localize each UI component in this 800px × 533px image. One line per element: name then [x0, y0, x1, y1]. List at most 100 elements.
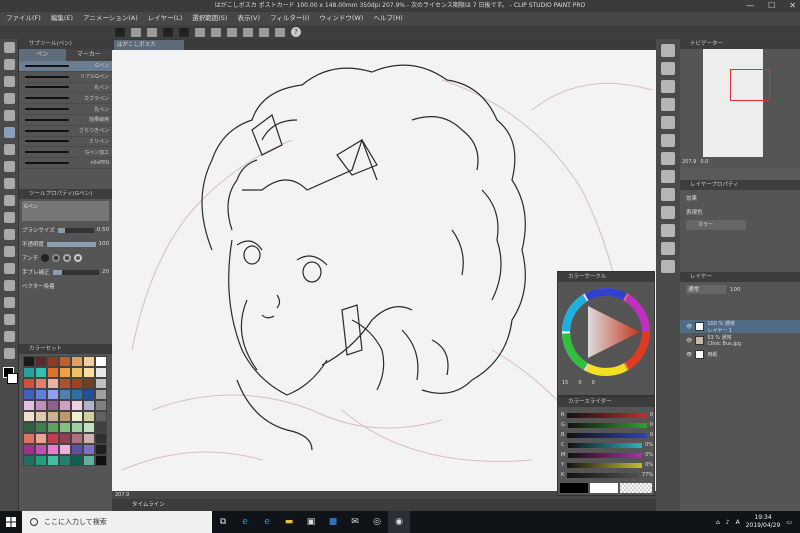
notification-icon[interactable]: ▭ [786, 519, 792, 526]
color-swatch[interactable] [47, 433, 59, 444]
store-icon[interactable]: ▣ [300, 511, 322, 533]
color-swatch[interactable] [23, 433, 35, 444]
material-image-icon[interactable] [661, 98, 675, 111]
color-swatch[interactable] [47, 444, 59, 455]
color-slider-bar[interactable] [567, 462, 643, 468]
material-character-icon[interactable] [661, 170, 675, 183]
network-icon[interactable]: ⌂ [716, 519, 720, 526]
color-slider-row[interactable]: M 0% [561, 451, 653, 459]
color-swatch[interactable] [71, 356, 83, 367]
explorer-icon[interactable]: ▬ [278, 511, 300, 533]
color-swatch[interactable] [83, 411, 95, 422]
color-swatch[interactable] [35, 367, 47, 378]
sub-color-swatch[interactable] [590, 483, 618, 493]
color-swatch[interactable] [47, 367, 59, 378]
color-swatch[interactable] [83, 378, 95, 389]
color-swatch[interactable] [83, 444, 95, 455]
color-swatch[interactable] [71, 433, 83, 444]
menu-help[interactable]: ヘルプ(H) [373, 12, 402, 25]
color-swatch[interactable] [83, 422, 95, 433]
color-swatch[interactable] [47, 400, 59, 411]
clip-paint-icon[interactable]: ◉ [388, 511, 410, 533]
eye-icon[interactable]: 👁 [686, 352, 692, 358]
correct-line-tool-icon[interactable] [4, 348, 15, 359]
subtool-item[interactable]: ミリペン [19, 137, 112, 148]
color-swatch[interactable] [47, 455, 59, 466]
brush-size-slider[interactable] [57, 227, 94, 233]
snap-ruler-icon[interactable] [243, 27, 253, 37]
menu-layer[interactable]: レイヤー(L) [148, 12, 183, 25]
snap-grid-icon[interactable] [275, 27, 285, 37]
subtool-item[interactable]: Gペン加工 [19, 147, 112, 159]
material-icon[interactable] [661, 62, 675, 75]
color-slider-bar[interactable] [568, 452, 643, 458]
open-file-icon[interactable] [131, 27, 141, 37]
subtool-item[interactable]: Gペン [19, 61, 112, 72]
clip-studio-icon[interactable]: ◎ [366, 511, 388, 533]
color-swatch[interactable] [95, 378, 107, 389]
antialias-strong-icon[interactable] [74, 254, 83, 262]
color-swatch[interactable] [95, 356, 107, 367]
pencil-tool-icon[interactable] [4, 144, 15, 155]
color-swatch[interactable] [59, 455, 71, 466]
ime-indicator[interactable]: A [736, 519, 740, 526]
layer-row[interactable]: 👁 用紙 [680, 348, 800, 361]
color-swatch[interactable] [95, 444, 107, 455]
color-swatch[interactable] [23, 455, 35, 466]
antialias-none-icon[interactable] [41, 254, 50, 262]
color-swatch[interactable] [35, 389, 47, 400]
outlook-icon[interactable]: ■ [322, 511, 344, 533]
text-tool-icon[interactable] [4, 314, 15, 325]
color-swatch[interactable] [35, 455, 47, 466]
expression-color-select[interactable]: カラー [686, 220, 746, 230]
start-button[interactable] [0, 511, 22, 533]
edge-icon[interactable]: e [234, 511, 256, 533]
fill-icon[interactable] [227, 27, 237, 37]
material-hand-icon[interactable] [661, 152, 675, 165]
color-swatch[interactable] [59, 422, 71, 433]
color-swatch[interactable] [95, 389, 107, 400]
move-tool-icon[interactable] [4, 59, 15, 70]
color-slider-row[interactable]: R0 [561, 411, 653, 419]
clear-icon[interactable] [211, 27, 221, 37]
subtool-item[interactable]: リアルGペン [19, 72, 112, 83]
material-brush-icon[interactable] [661, 242, 675, 255]
ie-icon[interactable]: e [256, 511, 278, 533]
material-bg-icon[interactable] [661, 206, 675, 219]
material-object-icon[interactable] [661, 188, 675, 201]
balloon-tool-icon[interactable] [4, 331, 15, 342]
color-swatch[interactable] [59, 433, 71, 444]
eyedropper-tool-icon[interactable] [4, 110, 15, 121]
eye-icon[interactable]: 👁 [686, 338, 692, 344]
subtool-item[interactable]: ざらつきペン [19, 126, 112, 137]
color-swatch[interactable] [95, 433, 107, 444]
stabilize-row[interactable]: 手ブレ補正 20 [19, 265, 112, 279]
taskbar-search[interactable]: ここに入力して検索 [22, 511, 212, 533]
color-swatch[interactable] [71, 411, 83, 422]
opacity-slider[interactable] [47, 241, 96, 247]
menu-selection[interactable]: 選択範囲(S) [192, 12, 227, 25]
color-swatch[interactable] [59, 411, 71, 422]
volume-icon[interactable]: ♪ [726, 519, 730, 526]
color-swatch[interactable] [23, 378, 35, 389]
layer-row[interactable]: 👁 100 % 通常 レイヤー 1 [680, 320, 800, 334]
stabilize-slider[interactable] [52, 269, 99, 275]
antialias-weak-icon[interactable] [52, 254, 61, 262]
color-swatch[interactable] [47, 422, 59, 433]
color-slider-row[interactable]: K 77% [561, 471, 653, 479]
color-swatch[interactable] [83, 356, 95, 367]
current-color-swatch[interactable] [560, 483, 588, 493]
redo-icon[interactable] [179, 27, 189, 37]
color-swatch[interactable] [71, 389, 83, 400]
subtool-item[interactable]: 丸ペン [19, 104, 112, 115]
brush-tool-icon[interactable] [4, 161, 15, 172]
material-folder-icon[interactable] [661, 80, 675, 93]
task-view-icon[interactable]: ⧉ [212, 511, 234, 533]
navigator-preview[interactable] [703, 49, 770, 157]
antialias-mid-icon[interactable] [63, 254, 72, 262]
maximize-button[interactable]: ☐ [768, 0, 775, 12]
opacity-row[interactable]: 不透明度 100 [19, 237, 112, 251]
color-slider-row[interactable]: G0 [561, 421, 653, 429]
airbrush-tool-icon[interactable] [4, 178, 15, 189]
color-swatch[interactable] [59, 400, 71, 411]
